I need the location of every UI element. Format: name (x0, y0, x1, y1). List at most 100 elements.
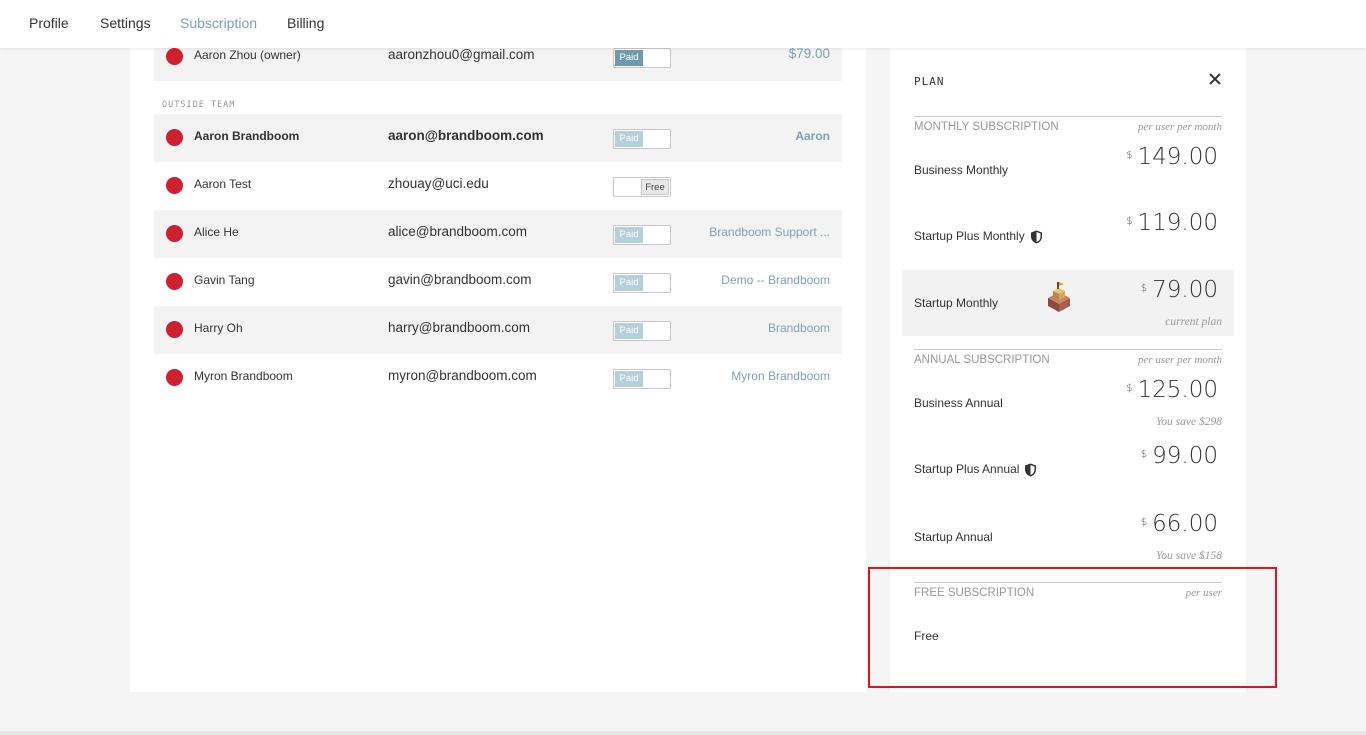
section-label-outside-team: OUTSIDE TEAM (162, 100, 236, 110)
paid-free-toggle[interactable]: Free (613, 177, 671, 197)
toggle-label: Free (641, 179, 669, 195)
tab-profile[interactable]: Profile (29, 15, 69, 31)
plan-option-free[interactable]: Free (902, 603, 1234, 669)
plan-name: Startup Plus Monthly (914, 229, 1025, 243)
status-dot (166, 273, 183, 290)
currency-symbol: $ (1126, 383, 1133, 394)
plan-name: Startup Monthly (914, 296, 999, 310)
price-value: 149.00 (1137, 144, 1218, 170)
paid-free-toggle[interactable]: Paid (613, 369, 671, 389)
close-icon[interactable] (1208, 72, 1222, 86)
status-dot (166, 225, 183, 242)
member-row[interactable]: Alice He alice@brandboom.com Paid Brandb… (154, 210, 842, 258)
bottom-divider (0, 731, 1366, 735)
plan-option-business-annual[interactable]: Business Annual $125.00 You save $298 (902, 370, 1234, 436)
currency-symbol: $ (1140, 449, 1148, 460)
savings-note: You save $298 (1155, 416, 1222, 428)
section-unit: per user per month (1137, 354, 1222, 366)
member-email: harry@brandboom.com (388, 320, 531, 335)
tab-subscription[interactable]: Subscription (180, 15, 257, 31)
shield-icon (1030, 230, 1042, 244)
currency-symbol: $ (1140, 283, 1148, 294)
section-heading: ANNUAL SUBSCRIPTION (914, 354, 1050, 366)
price-value: 119.00 (1137, 210, 1218, 236)
paid-free-toggle[interactable]: Paid (613, 225, 671, 245)
plan-name: Startup Plus Annual (914, 462, 1020, 476)
price-value: 125.00 (1137, 377, 1218, 403)
member-row[interactable]: Harry Oh harry@brandboom.com Paid Brandb… (154, 306, 842, 354)
member-team-link[interactable]: Aaron (795, 129, 830, 143)
panel-title: PLAN (914, 75, 945, 88)
section-heading: FREE SUBSCRIPTION (914, 587, 1035, 599)
member-team-link[interactable]: Demo -- Brandboom (721, 273, 830, 287)
startup-building-icon (1048, 282, 1070, 312)
toggle-label: Paid (615, 323, 643, 339)
tab-billing[interactable]: Billing (287, 15, 324, 31)
plan-name: Business Monthly (914, 163, 1009, 177)
member-name: Aaron Test (194, 177, 252, 191)
plan-price: $119.00 (1126, 210, 1218, 236)
status-dot (166, 369, 183, 386)
price-value: 99.00 (1152, 443, 1218, 469)
member-price: $79.00 (788, 46, 830, 61)
plan-option-startup-annual[interactable]: Startup Annual $66.00 You save $158 (902, 504, 1234, 570)
paid-free-toggle[interactable]: Paid (613, 129, 671, 149)
plan-price: $66.00 (1141, 511, 1218, 537)
annual-subscription-header: ANNUAL SUBSCRIPTION per user per month (914, 349, 1222, 369)
status-dot (166, 48, 183, 65)
member-name: Myron Brandboom (194, 369, 293, 383)
plan-option-startup-plus-monthly[interactable]: Startup Plus Monthly $119.00 (902, 203, 1234, 269)
section-unit: per user (1185, 587, 1222, 599)
status-dot (166, 129, 183, 146)
currency-symbol: $ (1126, 216, 1133, 227)
member-email: myron@brandboom.com (388, 368, 537, 383)
currency-symbol: $ (1140, 517, 1148, 528)
plan-name: Business Annual (914, 396, 1003, 410)
tab-settings[interactable]: Settings (100, 15, 151, 31)
member-row[interactable]: Gavin Tang gavin@brandboom.com Paid Demo… (154, 258, 842, 306)
toggle-label: Paid (615, 371, 643, 387)
paid-free-toggle[interactable]: Paid (613, 321, 671, 341)
plan-name-wrap: Startup Plus Monthly (914, 229, 1043, 244)
plan-option-startup-monthly[interactable]: Startup Monthly $79.00 current plan (902, 270, 1234, 336)
toggle-label: Paid (615, 227, 643, 243)
paid-free-toggle[interactable]: Paid (613, 48, 671, 68)
currency-symbol: $ (1126, 150, 1133, 161)
member-name: Harry Oh (194, 321, 243, 335)
toggle-label: Paid (615, 131, 643, 147)
members-panel: Aaron Zhou (owner) aaronzhou0@gmail.com … (130, 33, 866, 692)
plan-price: $79.00 (1141, 277, 1218, 303)
member-team-link[interactable]: Myron Brandboom (731, 369, 830, 383)
member-email: gavin@brandboom.com (388, 272, 532, 287)
section-heading: MONTHLY SUBSCRIPTION (914, 121, 1059, 133)
member-email: aaronzhou0@gmail.com (388, 47, 535, 62)
member-row[interactable]: Myron Brandboom myron@brandboom.com Paid… (154, 354, 842, 402)
price-value: 79.00 (1152, 277, 1218, 303)
member-team-link[interactable]: Brandboom (768, 321, 830, 335)
plan-name-wrap: Startup Plus Annual (914, 462, 1037, 477)
price-value: 66.00 (1152, 511, 1218, 537)
monthly-subscription-header: MONTHLY SUBSCRIPTION per user per month (914, 116, 1222, 136)
member-name: Aaron Brandboom (194, 129, 300, 143)
current-plan-label: current plan (1165, 316, 1222, 328)
shield-icon (1025, 463, 1037, 477)
plan-option-startup-plus-annual[interactable]: Startup Plus Annual $99.00 (902, 436, 1234, 502)
plan-price: $99.00 (1141, 443, 1218, 469)
paid-free-toggle[interactable]: Paid (613, 273, 671, 293)
member-team-link[interactable]: Brandboom Support ... (709, 225, 830, 239)
free-subscription-header: FREE SUBSCRIPTION per user (914, 582, 1222, 602)
section-unit: per user per month (1137, 121, 1222, 133)
member-email: zhouay@uci.edu (388, 176, 489, 191)
member-name: Gavin Tang (194, 273, 255, 287)
toggle-label: Paid (615, 50, 643, 66)
member-row[interactable]: Aaron Brandboom aaron@brandboom.com Paid… (154, 114, 842, 162)
status-dot (166, 321, 183, 338)
member-row[interactable]: Aaron Test zhouay@uci.edu Free (154, 162, 842, 210)
plan-name: Startup Annual (914, 530, 993, 544)
member-email: alice@brandboom.com (388, 224, 528, 239)
savings-note: You save $158 (1155, 550, 1222, 562)
plan-option-business-monthly[interactable]: Business Monthly $149.00 (902, 137, 1234, 203)
plan-price: $125.00 (1126, 377, 1218, 403)
plan-price: $149.00 (1126, 144, 1218, 170)
top-nav: Profile Settings Subscription Billing (0, 0, 1366, 48)
